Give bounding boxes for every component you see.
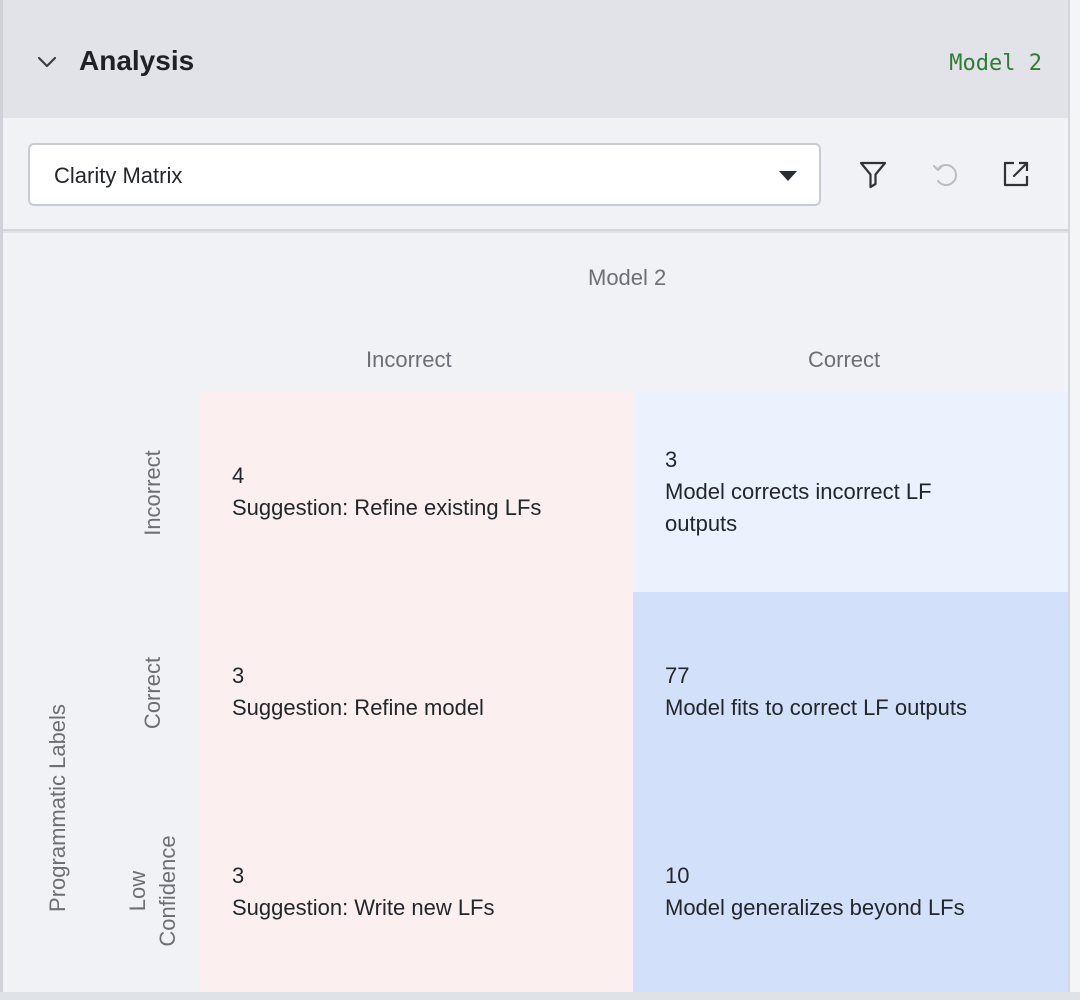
row-label-low-line: Low (125, 870, 150, 912)
undo-button[interactable] (925, 154, 965, 194)
row-label-incorrect: Incorrect (140, 450, 165, 536)
analysis-toolbar: Clarity Matrix (3, 118, 1068, 231)
analysis-header[interactable]: Analysis Model 2 (3, 3, 1068, 118)
row-axis-label: Programmatic Labels (45, 704, 70, 912)
row-label-low-confidence: Low Confidence (123, 835, 183, 946)
clarity-matrix: Model 2 Incorrect Correct Programmatic L… (3, 233, 1068, 992)
matrix-cell[interactable]: 4 Suggestion: Refine existing LFs (200, 392, 633, 592)
cell-count: 3 (232, 863, 245, 888)
filter-icon (859, 161, 887, 189)
cell-count: 3 (665, 447, 678, 472)
panel-bottom-border (0, 992, 1080, 1000)
column-label-incorrect: Incorrect (366, 347, 452, 372)
open-external-button[interactable] (996, 154, 1036, 194)
matrix-cell[interactable]: 3 Suggestion: Write new LFs (200, 792, 633, 992)
chevron-down-icon[interactable] (36, 53, 58, 71)
cell-count: 4 (232, 463, 245, 488)
matrix-cell[interactable]: 3 Suggestion: Refine model (200, 592, 633, 792)
caret-down-icon (779, 171, 797, 181)
cell-count: 3 (232, 663, 245, 688)
cell-count: 77 (665, 663, 690, 688)
matrix-cell[interactable]: 3 Model corrects incorrect LF outputs (633, 392, 1068, 592)
cell-count: 10 (665, 863, 690, 888)
cell-description: Suggestion: Refine model (232, 695, 484, 720)
filter-button[interactable] (853, 154, 893, 194)
row-label-correct: Correct (140, 656, 165, 730)
row-label-confidence-line: Confidence (155, 835, 180, 947)
column-axis-label: Model 2 (588, 265, 667, 290)
column-label-correct: Correct (808, 347, 881, 372)
select-value: Clarity Matrix (54, 163, 183, 188)
analysis-panel: Analysis Model 2 Clarity Matrix Model 2 … (0, 0, 1080, 1000)
cell-description: Suggestion: Refine existing LFs (232, 495, 542, 520)
cell-description: Model generalizes beyond LFs (665, 895, 965, 920)
model-tag: Model 2 (949, 51, 1042, 76)
scrollbar-track[interactable] (1068, 0, 1080, 1000)
matrix-cell[interactable]: 10 Model generalizes beyond LFs (633, 792, 1068, 992)
open-external-icon (1003, 161, 1029, 187)
cell-description: Suggestion: Write new LFs (232, 895, 495, 920)
undo-icon (933, 164, 957, 186)
panel-title: Analysis (79, 45, 195, 76)
analysis-type-select[interactable]: Clarity Matrix (28, 143, 821, 206)
cell-description: Model corrects incorrect LF outputs (665, 479, 932, 536)
matrix-cell[interactable]: 77 Model fits to correct LF outputs (633, 592, 1068, 792)
cell-description: Model fits to correct LF outputs (665, 695, 968, 720)
